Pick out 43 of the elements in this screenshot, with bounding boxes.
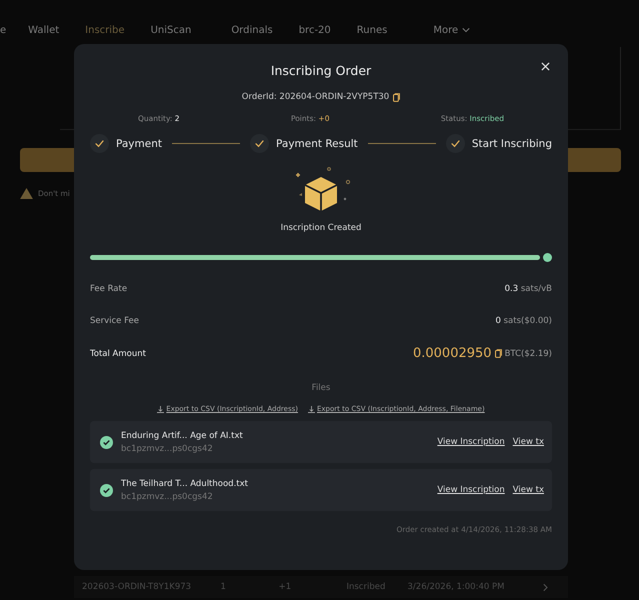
table-cell-text: 202603-ORDIN-T8Y1K973 <box>82 582 192 592</box>
order-id: OrderId: 202604-ORDIN-2VYP5T30 <box>242 92 390 102</box>
download-icon <box>308 406 315 412</box>
step-label: Payment <box>116 138 162 150</box>
fee-value: 0 sats($0.00) <box>496 316 552 326</box>
close-icon[interactable] <box>541 62 550 71</box>
caret-icon <box>462 27 470 33</box>
view-link[interactable]: View tx <box>512 437 544 447</box>
nav-link[interactable]: brc-20 <box>298 19 331 41</box>
result-label: Inscription Created <box>280 223 362 233</box>
fee-label: Fee Rate <box>90 284 128 294</box>
total-unit: BTC($2.19) <box>504 348 552 358</box>
table-cell-text: +1 <box>278 582 292 592</box>
table-cell-text: 1 <box>220 582 227 592</box>
total-label: Total Amount <box>90 348 146 358</box>
nav-link[interactable]: Ordinals <box>231 19 273 41</box>
warning-icon <box>20 188 33 199</box>
view-link[interactable]: View tx <box>512 485 544 495</box>
nav-link[interactable]: e <box>0 19 6 41</box>
chevron-icon <box>543 582 548 592</box>
fee-label: Service Fee <box>90 316 139 326</box>
copy-icon[interactable] <box>494 349 502 358</box>
view-link[interactable]: View Inscription <box>437 437 505 447</box>
view-link[interactable]: View Inscription <box>437 485 505 495</box>
table-cell-text: Inscribed <box>346 582 386 592</box>
nav-link[interactable]: More <box>433 19 470 41</box>
file-name: Enduring Artif... Age of AI.txt <box>121 430 244 440</box>
nav-link[interactable]: UniScan <box>150 19 192 41</box>
step-label: Start Inscribing <box>472 138 552 150</box>
copy-icon[interactable] <box>393 92 400 102</box>
step-label: Payment Result <box>276 138 358 150</box>
nav-link[interactable]: Wallet <box>28 19 60 41</box>
file-address: bc1pzmvz...ps0cgs42 <box>121 492 214 502</box>
files-heading: Files <box>310 383 332 393</box>
file-name: The Teilhard T... Adulthood.txt <box>121 478 249 488</box>
nav-link[interactable]: Inscribe <box>85 19 125 41</box>
dialog-title: Inscribing Order <box>270 63 372 78</box>
total-amount: 0.00002950 <box>412 346 492 361</box>
fee-value: 0.3 sats/vB <box>504 284 552 294</box>
file-address: bc1pzmvz...ps0cgs42 <box>121 444 214 454</box>
nav-link[interactable]: Runes <box>356 19 388 41</box>
download-icon <box>157 406 164 412</box>
table-cell-text: 3/26/2026, 1:00:40 PM <box>408 582 506 592</box>
